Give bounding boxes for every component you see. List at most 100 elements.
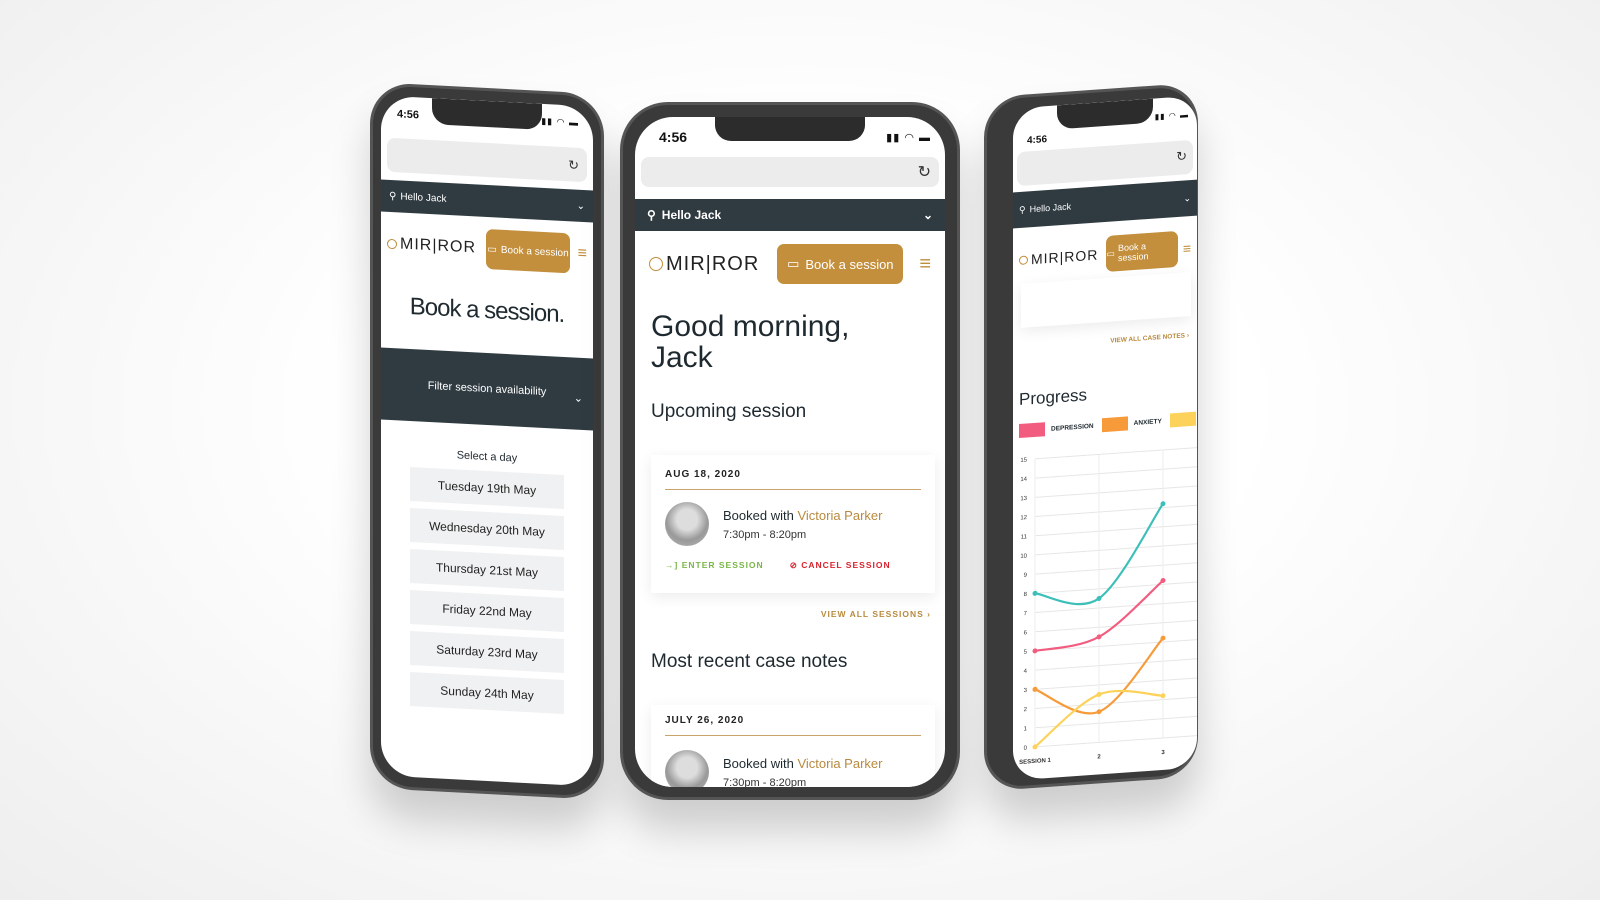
day-option[interactable]: Sunday 24th May [410, 671, 564, 715]
select-day-label: Select a day [456, 449, 518, 465]
day-option[interactable]: Tuesday 19th May [410, 466, 564, 510]
y-tick-label: 9 [1024, 573, 1028, 579]
case-note-card: JULY 26, 2020 Booked with Victoria Parke… [651, 705, 935, 787]
gridline [1035, 447, 1197, 460]
filter-dropdown[interactable]: Filter session availability ⌄ [381, 347, 593, 431]
book-session-button[interactable]: ▭ Book a session [1106, 230, 1179, 272]
status-time: 4:56 [397, 108, 420, 122]
y-tick-label: 7 [1024, 611, 1028, 617]
session-date: AUG 18, 2020 [665, 469, 921, 490]
right-screen: 4:56 ▮▮ ◠ ▬ ↻ ⚲ Hello Jack ⌄ MIR|ROR ▭ Book… [1013, 95, 1197, 781]
y-tick-label: 13 [1020, 496, 1027, 503]
gridline [1035, 715, 1197, 729]
therapist-link[interactable]: Victoria Parker [797, 508, 882, 523]
greeting: Hello Jack [1029, 201, 1072, 215]
enter-session-button[interactable]: →] ENTER SESSION [665, 560, 764, 571]
page-title: Book a session. [409, 292, 565, 329]
status-time: 4:56 [659, 129, 688, 145]
left-phone: 4:56 ▮▮ ◠ ▬ ↻ ⚲ Hello Jack ⌄ MIR|ROR ▭ Book… [370, 81, 604, 801]
gridline [1035, 735, 1197, 748]
menu-icon[interactable]: ≡ [919, 253, 931, 276]
chevron-down-icon[interactable]: ⌄ [1183, 193, 1191, 205]
gridline [1035, 562, 1197, 575]
day-option[interactable]: Friday 22nd May [410, 589, 564, 633]
reload-icon[interactable]: ↻ [568, 157, 579, 174]
x-tick-label: 2 [1097, 754, 1101, 760]
legend-swatch-depression [1019, 422, 1045, 439]
logo[interactable]: MIR|ROR [387, 235, 476, 258]
day-option[interactable]: Wednesday 20th May [410, 507, 564, 551]
data-point [1160, 501, 1166, 507]
x-tick-label: 3 [1161, 750, 1165, 756]
day-option[interactable]: Saturday 23rd May [410, 630, 564, 674]
gridline [1035, 523, 1197, 537]
view-all-sessions-link[interactable]: VIEW ALL SESSIONS › [821, 609, 931, 619]
y-tick-label: 3 [1024, 688, 1028, 694]
user-icon: ⚲ [389, 190, 397, 202]
chevron-down-icon[interactable]: ⌄ [923, 208, 933, 222]
data-point [1160, 578, 1166, 584]
y-tick-label: 12 [1020, 515, 1027, 522]
therapist-avatar [665, 750, 709, 787]
signal-wifi-battery-icon: ▮▮ ◠ ▬ [886, 132, 931, 144]
cancel-icon: ⊘ [789, 560, 798, 570]
upcoming-title: Upcoming session [651, 401, 807, 422]
y-tick-label: 6 [1024, 630, 1028, 636]
gridline [1035, 619, 1197, 633]
account-bar[interactable]: ⚲ Hello Jack ⌄ [381, 179, 593, 223]
account-bar[interactable]: ⚲ Hello Jack ⌄ [635, 199, 945, 231]
y-tick-label: 4 [1024, 669, 1028, 675]
progress-title: Progress [1019, 385, 1088, 410]
book-session-button[interactable]: ▭ Book a session [486, 228, 571, 274]
url-bar[interactable]: ↻ [641, 157, 939, 187]
view-all-case-notes-link[interactable]: VIEW ALL CASE NOTES › [1110, 332, 1189, 345]
y-tick-label: 10 [1020, 553, 1027, 560]
enter-icon: →] [665, 560, 679, 570]
legend-swatch-yellow [1169, 411, 1196, 428]
url-bar[interactable]: ↻ [387, 137, 587, 183]
status-time: 4:56 [1027, 134, 1048, 147]
upcoming-session-card: AUG 18, 2020 Booked with Victoria Parker… [651, 455, 935, 593]
legend-swatch-anxiety [1101, 416, 1128, 433]
data-point [1032, 648, 1038, 654]
therapist-link[interactable]: Victoria Parker [797, 756, 882, 771]
therapist-avatar [665, 502, 709, 546]
data-point [1096, 691, 1102, 697]
gridline [1035, 677, 1197, 690]
cancel-session-button[interactable]: ⊘ CANCEL SESSION [790, 560, 891, 571]
y-tick-label: 14 [1020, 477, 1027, 484]
chevron-down-icon[interactable]: ⌄ [577, 200, 585, 211]
url-bar[interactable]: ↻ [1017, 139, 1193, 187]
session-time: 7:30pm - 8:20pm [723, 528, 807, 541]
account-bar[interactable]: ⚲ Hello Jack ⌄ [1013, 179, 1197, 229]
day-option[interactable]: Thursday 21st May [410, 548, 564, 592]
reload-icon[interactable]: ↻ [918, 162, 931, 182]
menu-icon[interactable]: ≡ [1183, 240, 1191, 257]
reload-icon[interactable]: ↻ [1176, 148, 1187, 165]
y-tick-label: 11 [1021, 534, 1028, 540]
data-point [1032, 744, 1038, 750]
y-tick-label: 5 [1024, 649, 1028, 655]
gridline [1035, 485, 1197, 498]
y-tick-label: 1 [1024, 726, 1028, 732]
signal-wifi-battery-icon: ▮▮ ◠ ▬ [541, 115, 579, 128]
case-note-card-bottom [1021, 272, 1191, 328]
menu-icon[interactable]: ≡ [578, 245, 587, 263]
x-tick-label: SESSION 1 [1019, 758, 1051, 766]
calendar-icon: ▭ [487, 243, 497, 256]
calendar-icon: ▭ [787, 256, 800, 271]
user-icon: ⚲ [647, 208, 656, 222]
book-session-button[interactable]: ▭ Book a session [777, 244, 904, 284]
logo[interactable]: MIR|ROR [1019, 246, 1098, 268]
gridline [1035, 504, 1197, 518]
data-point [1160, 693, 1166, 699]
logo[interactable]: MIR|ROR [649, 253, 759, 276]
page-heading: Good morning, Jack [651, 310, 850, 374]
right-phone: 4:56 ▮▮ ◠ ▬ ↻ ⚲ Hello Jack ⌄ MIR|ROR ▭ Book… [984, 82, 1198, 792]
left-screen: 4:56 ▮▮ ◠ ▬ ↻ ⚲ Hello Jack ⌄ MIR|ROR ▭ Book… [381, 95, 593, 787]
notch [715, 117, 865, 141]
y-tick-label: 0 [1024, 745, 1028, 751]
gridline [1035, 543, 1197, 556]
notch [1057, 98, 1153, 130]
gridline [1035, 466, 1197, 479]
